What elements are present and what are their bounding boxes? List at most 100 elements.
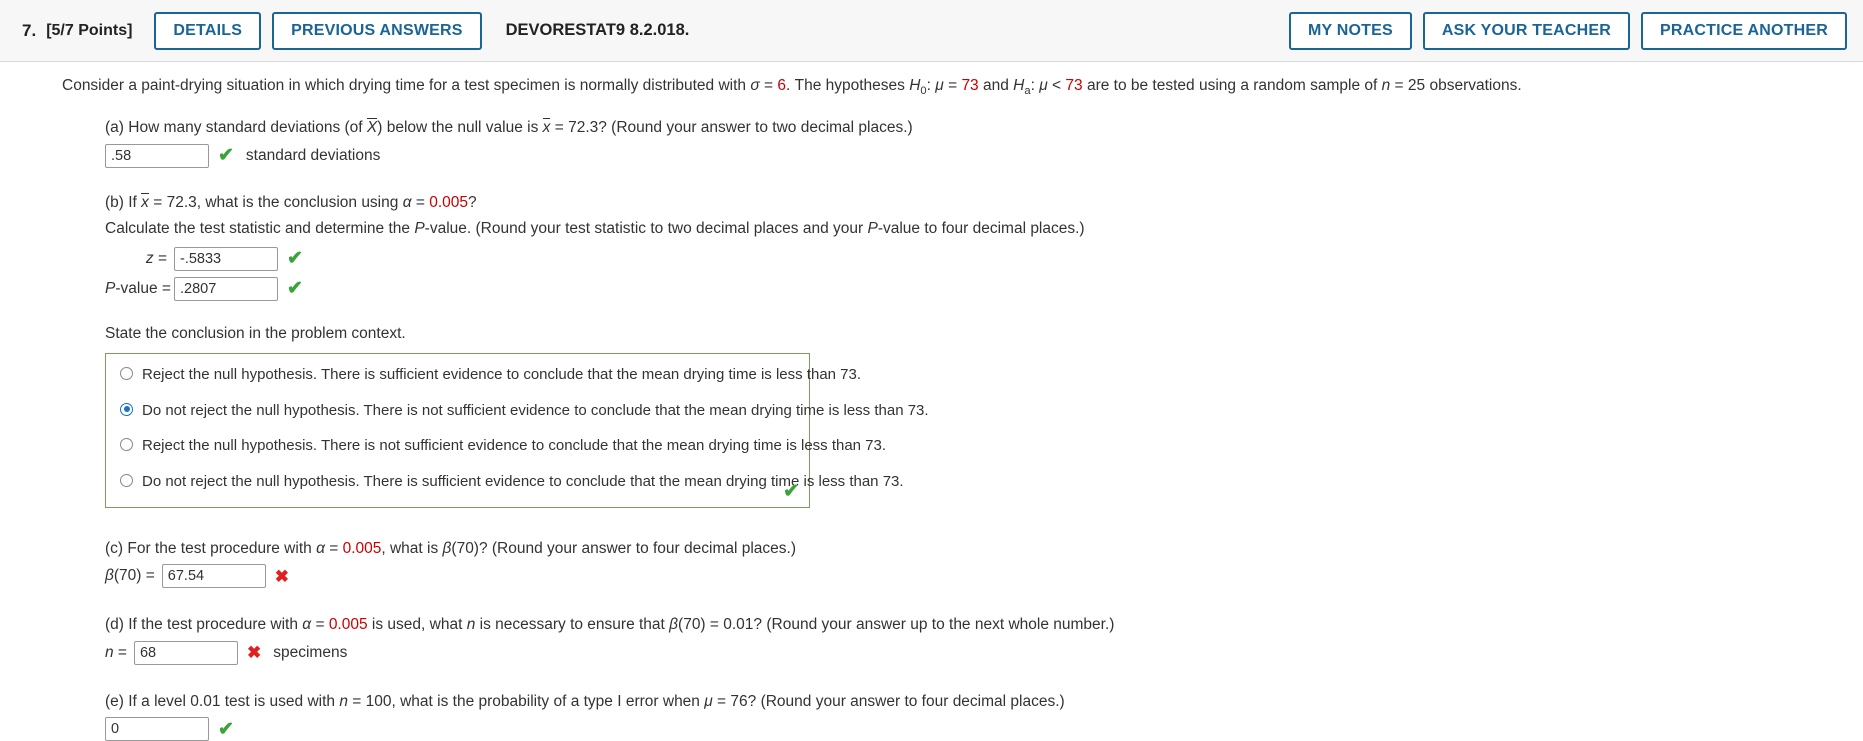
option-row-1[interactable]: Reject the null hypothesis. There is suf… xyxy=(118,365,861,385)
details-button[interactable]: DETAILS xyxy=(154,11,262,50)
question-body: Consider a paint-drying situation in whi… xyxy=(0,62,1863,741)
n-field-label: n = xyxy=(105,644,127,662)
option-row-3[interactable]: Reject the null hypothesis. There is not… xyxy=(118,436,886,456)
n-symbol-field: n xyxy=(105,643,114,661)
previous-answers-button[interactable]: PREVIOUS ANSWERS xyxy=(272,11,482,50)
p-equals: = xyxy=(157,279,171,297)
sigma-symbol: σ xyxy=(750,77,760,94)
header-actions: MY NOTES ASK YOUR TEACHER PRACTICE ANOTH… xyxy=(1289,11,1847,50)
part-e-input[interactable] xyxy=(105,717,209,741)
h0-symbol: H xyxy=(909,77,921,94)
part-d-text-4: (70) = 0.01? (Round your answer up to th… xyxy=(678,616,1115,634)
sigma-value: 6 xyxy=(777,77,786,94)
ha-symbol: H xyxy=(1013,77,1025,94)
radio-option-2[interactable] xyxy=(120,402,133,416)
stem-eq-2: = xyxy=(943,77,962,94)
radio-option-3[interactable] xyxy=(120,438,133,452)
part-c-answer-row: β(70) = ✖ xyxy=(105,564,1863,589)
part-e: (e) If a level 0.01 test is used with n … xyxy=(105,691,1863,741)
part-e-answer-row: ✔ xyxy=(105,717,1863,741)
part-c: (c) For the test procedure with α = 0.00… xyxy=(105,538,1863,589)
part-c-text-1: (c) For the test procedure with xyxy=(105,540,317,558)
part-c-prompt: (c) For the test procedure with α = 0.00… xyxy=(105,538,1863,560)
part-d-alpha-value: 0.005 xyxy=(328,616,368,634)
part-b-prompt: (b) If x = 72.3, what is the conclusion … xyxy=(105,192,1863,214)
conclusion-options-box: Reject the null hypothesis. There is suf… xyxy=(105,353,929,509)
radio-option-4[interactable] xyxy=(120,473,133,487)
points-badge: [5/7 Points] xyxy=(46,21,133,39)
n-symbol: n xyxy=(1381,77,1391,94)
part-d-eq: = xyxy=(311,616,329,634)
part-e-prompt: (e) If a level 0.01 test is used with n … xyxy=(105,691,1863,713)
part-a-prompt: (a) How many standard deviations (of X) … xyxy=(105,117,1863,139)
stem-eq-1: = xyxy=(759,77,778,94)
part-b-instruction: Calculate the test statistic and determi… xyxy=(105,218,1863,240)
question-header: 7. [5/7 Points] DETAILS PREVIOUS ANSWERS… xyxy=(0,0,1863,62)
part-d-input[interactable] xyxy=(133,640,238,665)
option-label-2: Do not reject the null hypothesis. There… xyxy=(142,401,929,419)
practice-another-button[interactable]: PRACTICE ANOTHER xyxy=(1641,11,1847,50)
part-b: (b) If x = 72.3, what is the conclusion … xyxy=(105,192,1863,509)
z-input[interactable] xyxy=(174,246,278,271)
part-b-eq: = xyxy=(411,193,430,211)
p-symbol-2: P xyxy=(867,220,878,238)
mu-symbol-e: μ xyxy=(704,692,713,710)
part-d: (d) If the test procedure with α = 0.005… xyxy=(105,614,1863,665)
stem-eq-3: = xyxy=(1390,77,1408,94)
stem-text-7: observations. xyxy=(1425,77,1522,94)
part-b-alpha-value: 0.005 xyxy=(429,193,468,211)
stem-text-3: : xyxy=(926,77,936,94)
part-d-text-2: is used, what xyxy=(367,616,467,634)
z-answer-row: z = ✔ xyxy=(105,246,1863,271)
option-row-2[interactable]: Do not reject the null hypothesis. There… xyxy=(118,401,929,421)
stem-text-2: . The hypotheses xyxy=(786,77,910,94)
n-value: 25 xyxy=(1407,77,1426,94)
part-d-text-3: is necessary to ensure that xyxy=(475,616,670,634)
part-e-text-2: = 100, what is the probability of a type… xyxy=(347,692,705,710)
option-label-1: Reject the null hypothesis. There is suf… xyxy=(142,366,862,384)
option-row-4[interactable]: Do not reject the null hypothesis. There… xyxy=(118,472,904,492)
radio-option-1[interactable] xyxy=(120,367,133,381)
stem-text-6: are to be tested using a random sample o… xyxy=(1082,77,1382,94)
part-e-text-3: = 76? (Round your answer to four decimal… xyxy=(712,692,1065,710)
p-symbol: P xyxy=(105,279,116,297)
part-d-answer-row: n = ✖ specimens xyxy=(105,640,1863,665)
part-d-unit-label: specimens xyxy=(273,643,348,661)
less-than-symbol: < xyxy=(1047,77,1066,94)
p-value-input[interactable] xyxy=(174,276,278,301)
part-d-incorrect-icon: ✖ xyxy=(246,643,262,663)
z-equals: = xyxy=(153,249,167,267)
ask-your-teacher-button[interactable]: ASK YOUR TEACHER xyxy=(1422,11,1631,50)
n-symbol-e: n xyxy=(339,692,348,710)
part-a-answer-row: ✔ standard deviations xyxy=(105,143,1863,168)
p-symbol-1: P xyxy=(414,220,425,238)
stem-text-1: Consider a paint-drying situation in whi… xyxy=(62,77,751,94)
part-a: (a) How many standard deviations (of X) … xyxy=(105,117,1863,168)
part-c-input[interactable] xyxy=(161,564,266,589)
my-notes-button[interactable]: MY NOTES xyxy=(1289,11,1412,50)
beta-70-label: β(70) = xyxy=(105,567,155,585)
part-a-text-1: (a) How many standard deviations (of xyxy=(105,119,367,137)
part-b-instr-1: Calculate the test statistic and determi… xyxy=(105,220,415,238)
part-a-correct-icon: ✔ xyxy=(218,145,234,167)
p-value-label-rest: -value xyxy=(115,279,158,297)
z-correct-icon: ✔ xyxy=(287,248,303,270)
alpha-symbol-b: α xyxy=(402,193,412,211)
part-d-prompt: (d) If the test procedure with α = 0.005… xyxy=(105,614,1863,636)
part-c-incorrect-icon: ✖ xyxy=(274,566,290,586)
beta-70-label-rest: (70) = xyxy=(113,567,155,585)
ha-value: 73 xyxy=(1065,77,1083,94)
part-a-input[interactable] xyxy=(105,143,209,168)
part-e-text-1: (e) If a level 0.01 test is used with xyxy=(105,692,340,710)
x-bar-symbol-b: x xyxy=(141,192,149,211)
beta-symbol-d: β xyxy=(669,616,679,634)
h0-value: 73 xyxy=(961,77,979,94)
mu-symbol: μ xyxy=(935,77,944,94)
n-field-equals: = xyxy=(113,643,127,661)
stem-text-5: : xyxy=(1030,77,1040,94)
part-b-text-1: (b) If xyxy=(105,193,142,211)
question-code: DEVORESTAT9 8.2.018. xyxy=(505,21,690,39)
part-a-text-2: ) below the null value is xyxy=(377,119,543,137)
z-symbol: z xyxy=(145,249,154,267)
question-stem: Consider a paint-drying situation in whi… xyxy=(62,76,1863,99)
